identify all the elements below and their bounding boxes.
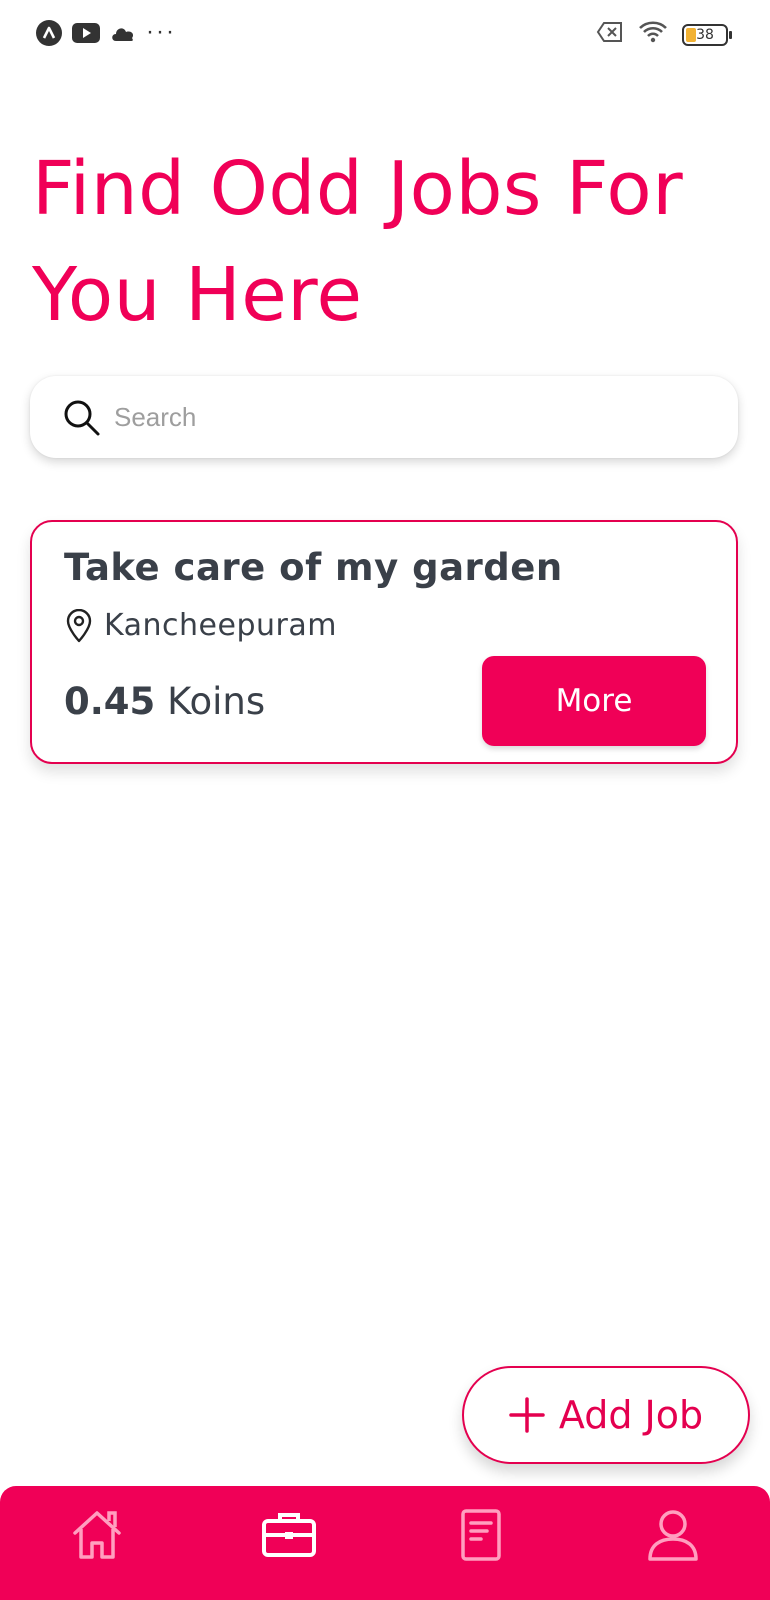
search-input[interactable] <box>114 394 694 440</box>
battery-level: 38 <box>696 26 714 43</box>
nav-item-profile[interactable] <box>638 1502 708 1572</box>
cloud-icon <box>110 24 136 47</box>
battery-fill <box>686 27 696 42</box>
status-bar-left: ··· <box>36 17 176 51</box>
status-bar: ··· 38 <box>0 0 770 68</box>
job-card[interactable]: Take care of my garden Kancheepuram 0.45… <box>30 520 738 764</box>
more-dots-icon: ··· <box>146 17 176 45</box>
battery-icon: 38 <box>682 23 732 46</box>
nav-item-jobs[interactable] <box>254 1502 324 1572</box>
job-location: Kancheepuram <box>64 608 337 643</box>
app-a-icon <box>36 20 62 51</box>
plus-icon <box>509 1397 545 1433</box>
wifi-icon <box>638 20 668 49</box>
add-job-label: Add Job <box>558 1393 704 1437</box>
job-currency: Koins <box>167 680 266 723</box>
location-pin-icon <box>64 608 94 643</box>
youtube-icon <box>72 22 100 49</box>
document-icon <box>451 1505 511 1570</box>
search-bar[interactable] <box>30 376 738 458</box>
job-location-text: Kancheepuram <box>104 608 337 643</box>
user-icon <box>643 1505 703 1570</box>
search-icon <box>62 398 102 438</box>
briefcase-icon <box>259 1505 319 1570</box>
nav-item-home[interactable] <box>62 1502 132 1572</box>
page-title: Find Odd Jobs For You Here <box>32 146 684 338</box>
nav-item-documents[interactable] <box>446 1502 516 1572</box>
status-bar-right: 38 <box>596 20 732 49</box>
more-button[interactable]: More <box>482 656 706 746</box>
job-title: Take care of my garden <box>64 546 563 589</box>
job-amount: 0.45 <box>64 680 156 723</box>
sim-none-icon <box>596 21 624 48</box>
home-icon <box>67 1505 127 1570</box>
bottom-nav <box>0 1486 770 1600</box>
job-price: 0.45 Koins <box>64 680 265 723</box>
add-job-button[interactable]: Add Job <box>462 1366 750 1464</box>
